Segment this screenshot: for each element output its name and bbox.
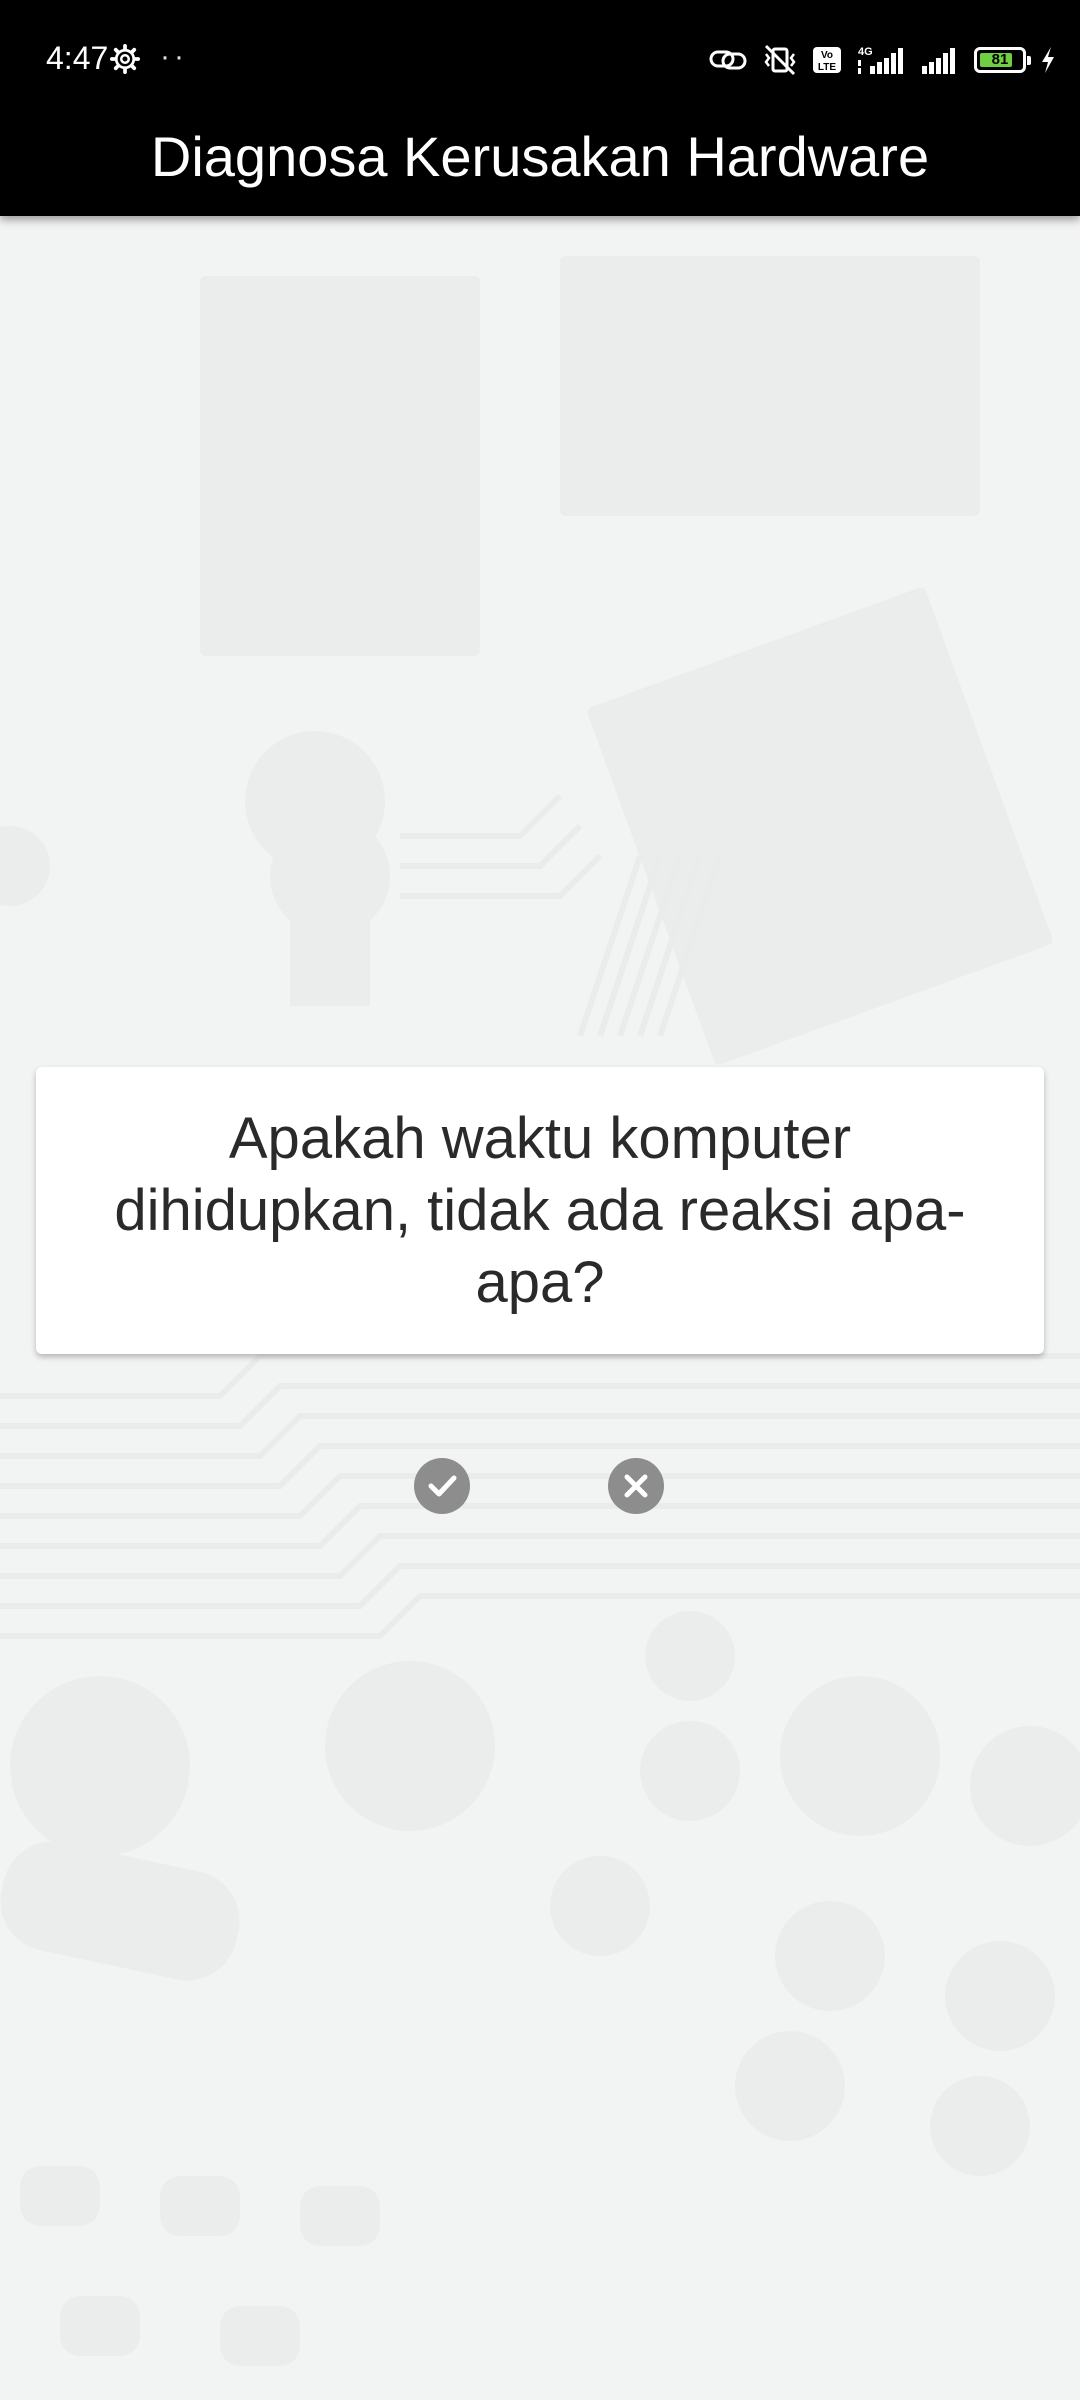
notification-dots: ·· bbox=[160, 40, 188, 73]
settings-gear-icon bbox=[110, 44, 140, 74]
svg-text:4G: 4G bbox=[858, 46, 873, 58]
charging-bolt-icon bbox=[1042, 47, 1054, 73]
vibrate-mute-icon bbox=[764, 44, 796, 76]
check-circle-icon bbox=[428, 1475, 457, 1497]
app-bar: Diagnosa Kerusakan Hardware bbox=[0, 120, 1080, 216]
battery-tip bbox=[1027, 56, 1031, 65]
status-bar: 4:47 ·· Vo LTE 4G 81 bbox=[0, 0, 1080, 120]
question-card: Apakah waktu komputer dihidupkan, tidak … bbox=[36, 1067, 1044, 1354]
app-title: Diagnosa Kerusakan Hardware bbox=[150, 124, 930, 188]
svg-text:Vo: Vo bbox=[821, 50, 833, 61]
battery-level: 81 bbox=[991, 51, 1009, 68]
link-icon bbox=[709, 50, 747, 70]
signal-4g-icon: 4G bbox=[858, 46, 903, 74]
battery-icon: 81 bbox=[974, 47, 1031, 73]
question-text: Apakah waktu komputer dihidupkan, tidak … bbox=[114, 1105, 966, 1315]
yes-button[interactable] bbox=[414, 1458, 470, 1514]
volte-icon: Vo LTE bbox=[813, 47, 841, 73]
status-icons: Vo LTE 4G 81 bbox=[708, 40, 1056, 80]
svg-text:LTE: LTE bbox=[818, 62, 836, 73]
status-time: 4:47 bbox=[46, 40, 109, 76]
close-circle-icon bbox=[624, 1474, 648, 1498]
signal-icon bbox=[922, 48, 955, 74]
no-button[interactable] bbox=[608, 1458, 664, 1514]
